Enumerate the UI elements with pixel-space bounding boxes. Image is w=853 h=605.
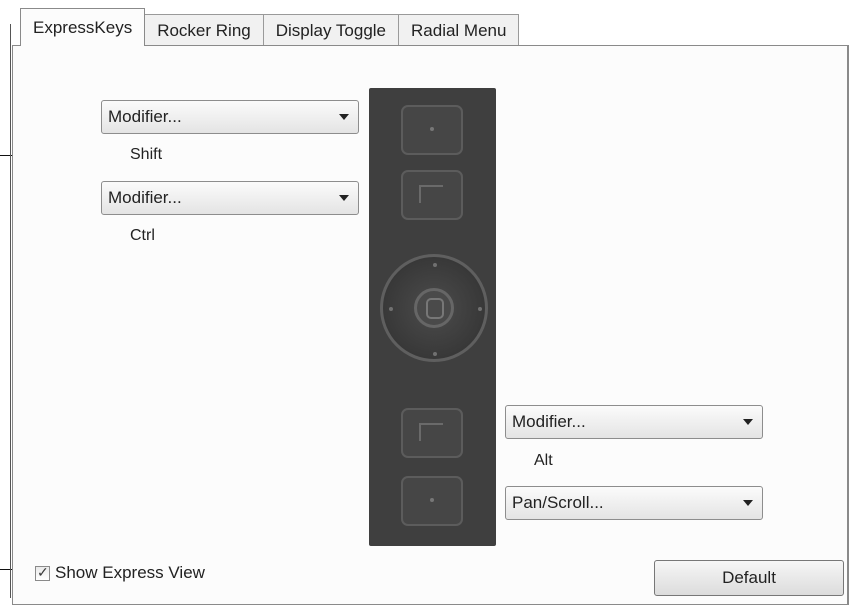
expresskey-4-dropdown[interactable]: Pan/Scroll... bbox=[505, 486, 763, 520]
dot-icon bbox=[430, 498, 434, 502]
expresskey-4-button[interactable] bbox=[401, 476, 463, 526]
tab-rocker-ring[interactable]: Rocker Ring bbox=[145, 14, 264, 46]
panel-left-edge-line bbox=[10, 24, 11, 598]
ring-tick-left bbox=[389, 307, 393, 311]
dropdown-value: Modifier... bbox=[108, 107, 182, 126]
corner-icon bbox=[419, 185, 443, 203]
chevron-down-icon bbox=[339, 114, 349, 120]
dropdown-value: Pan/Scroll... bbox=[512, 493, 604, 512]
expresskey-1-button[interactable] bbox=[401, 105, 463, 155]
tab-expresskeys[interactable]: ExpressKeys bbox=[20, 8, 146, 46]
ring-tick-top bbox=[433, 263, 437, 267]
chevron-down-icon bbox=[339, 195, 349, 201]
expresskey-3-dropdown[interactable]: Modifier... bbox=[505, 405, 763, 439]
show-express-view-checkbox[interactable]: Show Express View bbox=[35, 563, 205, 583]
tab-radial-menu[interactable]: Radial Menu bbox=[399, 14, 520, 46]
corner-icon bbox=[419, 423, 443, 441]
expresskey-2-button[interactable] bbox=[401, 170, 463, 220]
dot-icon bbox=[430, 127, 434, 131]
ring-tick-right bbox=[478, 307, 482, 311]
default-button[interactable]: Default bbox=[654, 560, 844, 596]
expresskey-3-assignment: Alt bbox=[534, 452, 553, 469]
chevron-down-icon bbox=[743, 500, 753, 506]
expresskey-3-button[interactable] bbox=[401, 408, 463, 458]
show-express-view-label: Show Express View bbox=[55, 563, 205, 582]
checkmark-icon[interactable] bbox=[35, 564, 50, 581]
dropdown-value: Modifier... bbox=[512, 412, 586, 431]
dropdown-value: Modifier... bbox=[108, 188, 182, 207]
chevron-down-icon bbox=[743, 419, 753, 425]
rocker-ring-center-button[interactable] bbox=[414, 288, 454, 328]
expresskey-2-assignment: Ctrl bbox=[130, 227, 155, 244]
expresskey-2-dropdown[interactable]: Modifier... bbox=[101, 181, 359, 215]
expresskey-1-dropdown[interactable]: Modifier... bbox=[101, 100, 359, 134]
expresskey-1-assignment: Shift bbox=[130, 146, 163, 163]
tab-strip: ExpressKeys Rocker Ring Display Toggle R… bbox=[20, 8, 520, 46]
ring-tick-bottom bbox=[433, 352, 437, 356]
tab-display-toggle[interactable]: Display Toggle bbox=[263, 14, 400, 46]
tablet-device-graphic bbox=[369, 88, 496, 546]
rocker-ring[interactable] bbox=[380, 254, 488, 362]
